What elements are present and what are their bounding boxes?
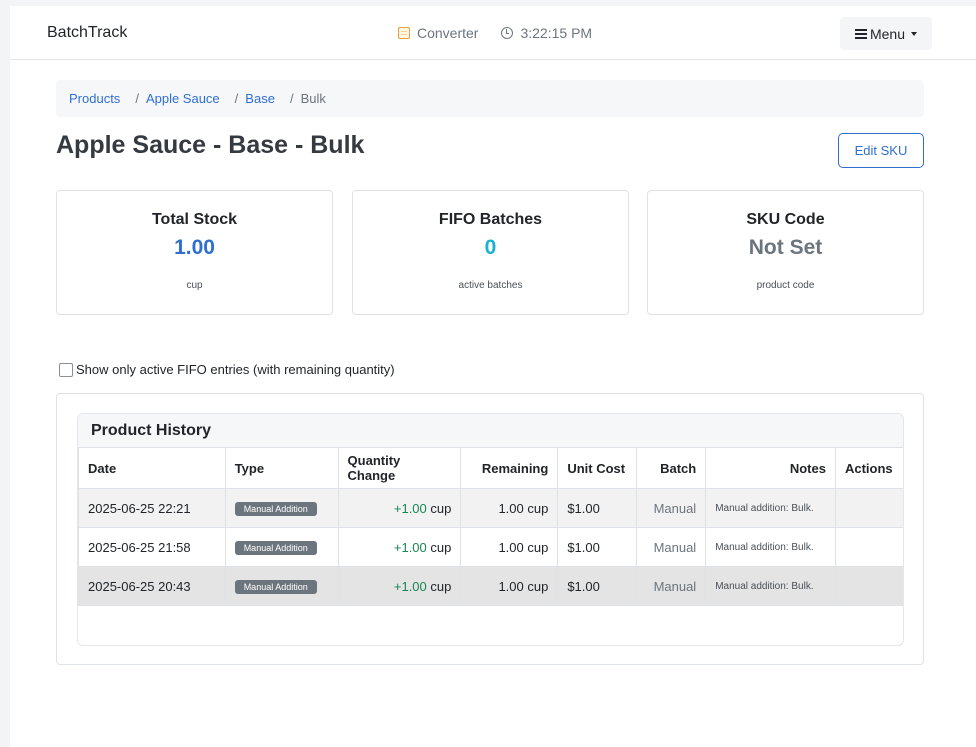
cell-actions [834, 566, 903, 606]
edit-sku-button[interactable]: Edit SKU [838, 133, 924, 168]
history-panel: Product History Date Type Quantity Chang… [77, 413, 904, 646]
column-header-remaining[interactable]: Remaining [460, 447, 559, 489]
card-title: FIFO Batches [438, 211, 543, 228]
cell-unit-cost: $1.00 [557, 527, 638, 567]
column-header-date[interactable]: Date [78, 447, 226, 489]
brand-link[interactable]: BatchTrack [47, 24, 127, 42]
breadcrumb-apple-sauce[interactable]: Apple Sauce [146, 91, 220, 106]
cell-date: 2025-06-25 20:43 [78, 566, 226, 606]
cell-batch: Manual [636, 566, 707, 606]
clock-time: 3:22:15 PM [520, 25, 593, 41]
cell-unit-cost: $1.00 [557, 488, 638, 528]
active-fifo-checkbox[interactable] [59, 362, 73, 377]
type-badge: Manual Addition [234, 502, 317, 516]
total-stock-card: Total Stock 1.00 cup [56, 190, 333, 315]
nav-center: Converter 3:22:15 PM [398, 25, 592, 41]
cell-type: Manual Addition [224, 527, 339, 567]
type-badge: Manual Addition [234, 541, 317, 555]
card-title: SKU Code [746, 211, 825, 228]
cell-notes: Manual addition: Bulk. [705, 566, 836, 606]
fifo-batches-card: FIFO Batches 0 active batches [352, 190, 629, 315]
active-fifo-filter[interactable]: Show only active FIFO entries (with rema… [59, 362, 395, 377]
caret-down-icon [911, 31, 918, 36]
cell-unit-cost: $1.00 [557, 566, 638, 606]
cell-batch: Manual [636, 488, 707, 528]
card-value: Not Set [748, 236, 823, 259]
page: BatchTrack Converter 3:22:15 PM Menu Pro… [10, 6, 976, 747]
card-value: 1.00 [174, 236, 215, 259]
cell-batch: Manual [636, 527, 707, 567]
table-row: 2025-06-25 21:58 Manual Addition +1.00 c… [78, 527, 903, 567]
column-header-notes[interactable]: Notes [705, 447, 836, 489]
card-subtitle: cup [186, 280, 203, 291]
breadcrumb-base[interactable]: Base [245, 91, 275, 106]
card-subtitle: product code [756, 280, 815, 291]
table-row: 2025-06-25 20:43 Manual Addition +1.00 c… [78, 566, 903, 606]
converter-link[interactable]: Converter [417, 25, 478, 41]
cell-actions [834, 488, 903, 528]
quantity-unit: cup [430, 500, 452, 516]
column-header-unit-cost[interactable]: Unit Cost [557, 447, 638, 489]
card-value: 0 [484, 236, 497, 259]
column-header-batch[interactable]: Batch [636, 447, 707, 489]
cell-remaining: 1.00 cup [460, 488, 559, 528]
breadcrumb-separator: / [234, 91, 239, 106]
cell-quantity-change: +1.00 cup [337, 488, 462, 528]
breadcrumb-separator: / [289, 91, 294, 106]
hamburger-icon [854, 28, 867, 39]
column-header-type[interactable]: Type [224, 447, 339, 489]
quantity-value: +1.00 [393, 500, 427, 516]
history-title: Product History [78, 414, 903, 447]
cell-actions [834, 527, 903, 567]
cell-remaining: 1.00 cup [460, 566, 559, 606]
clock-icon [501, 27, 514, 39]
table-header-row: Date Type Quantity Change Remaining Unit… [78, 447, 903, 489]
menu-label: Menu [869, 25, 906, 42]
card-title: Total Stock [151, 211, 238, 228]
cell-notes: Manual addition: Bulk. [705, 527, 836, 567]
breadcrumb: Products / Apple Sauce / Base / Bulk [56, 80, 924, 117]
quantity-unit: cup [430, 539, 452, 555]
active-fifo-label: Show only active FIFO entries (with rema… [76, 362, 395, 377]
navbar: BatchTrack Converter 3:22:15 PM Menu [10, 6, 976, 60]
quantity-value: +1.00 [393, 539, 427, 555]
quantity-unit: cup [430, 578, 452, 594]
breadcrumb-separator: / [135, 91, 139, 106]
menu-button[interactable]: Menu [840, 17, 932, 50]
history-card: Product History Date Type Quantity Chang… [56, 393, 924, 665]
card-subtitle: active batches [458, 280, 523, 291]
column-header-quantity-change[interactable]: Quantity Change [337, 447, 462, 489]
cell-type: Manual Addition [224, 566, 339, 606]
table-row: 2025-06-25 22:21 Manual Addition +1.00 c… [78, 488, 903, 528]
sku-code-card: SKU Code Not Set product code [647, 190, 924, 315]
page-title: Apple Sauce - Base - Bulk [56, 131, 365, 159]
cell-date: 2025-06-25 21:58 [78, 527, 226, 567]
column-header-actions[interactable]: Actions [834, 447, 903, 489]
converter-icon[interactable] [398, 27, 410, 39]
quantity-value: +1.00 [393, 578, 427, 594]
type-badge: Manual Addition [234, 580, 317, 594]
cell-date: 2025-06-25 22:21 [78, 488, 226, 528]
cell-quantity-change: +1.00 cup [337, 566, 462, 606]
cell-quantity-change: +1.00 cup [337, 527, 462, 567]
breadcrumb-current: Bulk [300, 91, 326, 106]
cell-remaining: 1.00 cup [460, 527, 559, 567]
history-table: Date Type Quantity Change Remaining Unit… [78, 447, 903, 606]
breadcrumb-products[interactable]: Products [69, 91, 120, 106]
cell-notes: Manual addition: Bulk. [705, 488, 836, 528]
cell-type: Manual Addition [224, 488, 339, 528]
